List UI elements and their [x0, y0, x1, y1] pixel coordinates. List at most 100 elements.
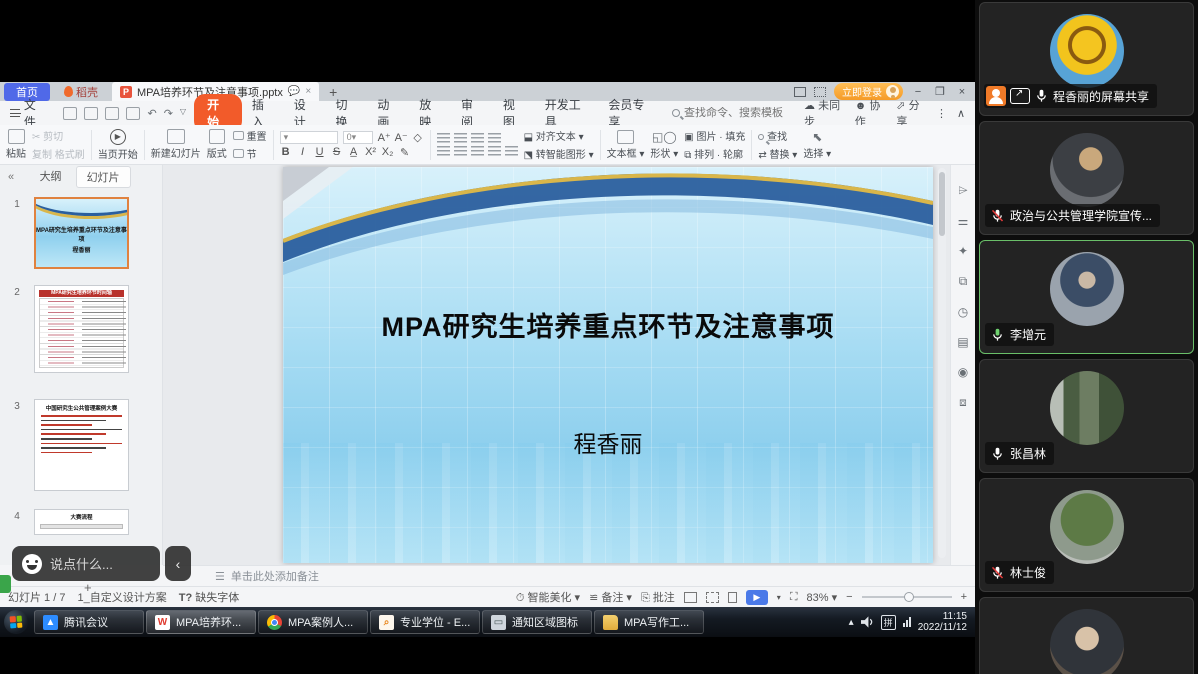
canvas-scrollbar[interactable] — [938, 168, 946, 558]
slide-thumbnail-1[interactable]: 1 MPA研究生培养重点环节及注意事项 程香丽 — [0, 197, 162, 269]
more-menu-icon[interactable]: ⋮ — [936, 107, 947, 120]
tab-grid-icon[interactable] — [814, 87, 826, 97]
participant-tile[interactable]: 政治与公共管理学院宣传... — [979, 121, 1194, 235]
chat-more-button[interactable]: + — [84, 580, 92, 595]
command-search[interactable] — [672, 107, 804, 119]
current-slide[interactable]: MPA研究生培养重点环节及注意事项 程香丽 — [283, 167, 933, 563]
font-family-select[interactable]: ▾ — [280, 131, 338, 144]
redo-icon[interactable]: ↷ — [164, 107, 173, 120]
taskbar-item-meeting[interactable]: ▲ 腾讯会议 — [34, 610, 144, 634]
tray-expand-icon[interactable]: ▴ — [849, 617, 854, 628]
slide-title[interactable]: MPA研究生培养重点环节及注意事项 — [283, 305, 933, 344]
smart-graphic-button[interactable]: ⬔ 转智能图形 ▾ — [524, 146, 594, 161]
missing-font-indicator[interactable]: T? 缺失字体 — [179, 589, 240, 605]
fit-window-icon[interactable]: ⛶ — [790, 591, 798, 604]
participant-tile-sharing[interactable]: 程香丽的屏幕共享 — [979, 2, 1194, 116]
search-input[interactable] — [684, 107, 804, 119]
chat-input-bar[interactable]: 说点什么... — [12, 546, 160, 581]
zoom-out-button[interactable]: − — [846, 591, 852, 603]
sorter-view-icon[interactable] — [706, 592, 719, 603]
font-color-icon[interactable]: A̲ — [348, 146, 360, 158]
paste-button[interactable]: 粘贴 — [6, 129, 26, 160]
beautify-icon[interactable]: ✦ — [958, 244, 968, 258]
font-size-select[interactable]: 0 ▾ — [343, 131, 373, 144]
properties-icon[interactable]: ⚌ — [958, 214, 969, 228]
decrease-font-icon[interactable]: A⁻ — [395, 131, 407, 144]
bold-button[interactable]: B — [280, 146, 292, 158]
italic-button[interactable]: I — [297, 146, 309, 158]
arrange-button[interactable]: ⧉ 排列 · 轮廓 — [684, 146, 745, 161]
panes-icon[interactable]: ⧉ — [959, 274, 968, 289]
notes-toggle-button[interactable]: ≌ 备注 ▾ — [589, 589, 632, 605]
comments-button[interactable]: ⎘ 批注 — [641, 589, 675, 605]
chart-edit-icon[interactable]: ▤ — [957, 335, 968, 349]
line-spacing-icon[interactable] — [505, 146, 518, 157]
slide-thumbnail-3[interactable]: 3 中国研究生公共管理案例大赛 — [0, 399, 162, 491]
shapes-button[interactable]: ◱◯ 形状 ▾ — [650, 130, 678, 160]
chat-collapse-button[interactable]: ‹ — [165, 546, 191, 581]
reset-button[interactable]: 重置 — [233, 128, 267, 143]
zoom-slider-knob[interactable] — [904, 592, 914, 602]
help-icon[interactable]: ◷ — [958, 305, 968, 319]
indent-decrease-icon[interactable] — [471, 133, 484, 144]
underline-button[interactable]: U — [314, 146, 326, 158]
reading-view-icon[interactable] — [728, 592, 737, 603]
new-slide-button[interactable]: 新建幻灯片 — [151, 129, 201, 160]
output-icon[interactable] — [84, 107, 98, 120]
preview-icon[interactable] — [126, 107, 140, 120]
input-method-icon[interactable]: 拼 — [881, 615, 896, 630]
find-button[interactable]: 查找 — [758, 128, 797, 143]
number-list-icon[interactable] — [454, 133, 467, 144]
speaker-icon[interactable] — [861, 616, 874, 628]
cut-button[interactable]: ✂ 剪切 — [32, 128, 85, 143]
align-left-icon[interactable] — [437, 146, 450, 157]
taskbar-item-notification-settings[interactable]: ▭ 通知区域图标 — [482, 610, 592, 634]
tab-outline[interactable]: 大纲 — [30, 166, 72, 188]
taskbar-item-wps[interactable]: W MPA培养环... — [146, 610, 256, 634]
play-current-button[interactable]: ▶ 当页开始 — [98, 129, 138, 161]
minimize-button[interactable]: − — [911, 86, 925, 98]
slide-canvas[interactable]: MPA研究生培养重点环节及注意事项 程香丽 — [163, 165, 950, 565]
split-view-icon[interactable] — [794, 87, 806, 97]
zoom-in-button[interactable]: + — [961, 591, 967, 603]
zoom-level[interactable]: 83% ▾ — [807, 591, 838, 604]
normal-view-icon[interactable] — [684, 592, 697, 603]
fill-button[interactable]: 填充 — [725, 132, 745, 143]
shape-outline-button[interactable]: 轮廓 — [723, 150, 743, 161]
align-center-icon[interactable] — [454, 146, 467, 157]
tab-docer[interactable]: 稻壳 — [56, 83, 106, 101]
strikethrough-button[interactable]: S — [331, 146, 343, 158]
slideshow-play-button[interactable]: ▶ — [746, 590, 768, 605]
taskbar-item-folder[interactable]: MPA写作工... — [594, 610, 704, 634]
slide-thumbnail-4[interactable]: 4 大赛流程 — [0, 509, 162, 535]
chat-placeholder[interactable]: 说点什么... — [50, 554, 113, 573]
participant-tile[interactable]: 张昌林 — [979, 359, 1194, 473]
slide-thumbnail-2[interactable]: 2 MPA研究生培养环节时间轴 — [0, 285, 162, 373]
network-signal-icon[interactable] — [903, 617, 911, 627]
section-button[interactable]: 节 — [233, 146, 267, 161]
quick-share-icon[interactable]: ⌲ — [958, 183, 967, 198]
taskbar-item-chrome[interactable]: MPA案例人... — [258, 610, 368, 634]
participant-tile-partial[interactable] — [979, 597, 1194, 674]
collapse-panel-button[interactable]: « — [0, 171, 22, 183]
resource-icon[interactable]: ◉ — [958, 365, 968, 379]
bullet-list-icon[interactable] — [437, 133, 450, 144]
start-button[interactable] — [4, 610, 28, 634]
align-text-button[interactable]: ⬓ 对齐文本 ▾ — [524, 128, 594, 143]
tray-clock[interactable]: 11:15 2022/11/12 — [918, 611, 967, 633]
collapse-ribbon-icon[interactable]: ∧ — [957, 107, 965, 120]
indent-increase-icon[interactable] — [488, 133, 501, 144]
dropdown-icon[interactable]: ▽ — [180, 107, 186, 120]
highlight-icon[interactable]: ✎ — [399, 146, 411, 159]
zoom-slider[interactable] — [862, 596, 952, 598]
format-painter-button[interactable]: 复制 格式刷 — [32, 146, 85, 161]
participant-tile-speaking[interactable]: 李增元 — [979, 240, 1194, 354]
save-icon[interactable] — [63, 107, 77, 120]
taskbar-item-search-doc[interactable]: ⌕ 专业学位 - E... — [370, 610, 480, 634]
clear-format-icon[interactable]: ◇ — [412, 131, 424, 144]
subscript-icon[interactable]: X₂ — [382, 146, 394, 158]
justify-icon[interactable] — [488, 146, 501, 157]
increase-font-icon[interactable]: A⁺ — [378, 131, 390, 144]
print-icon[interactable] — [105, 107, 119, 120]
reader-icon[interactable]: ⧈ — [959, 395, 967, 410]
